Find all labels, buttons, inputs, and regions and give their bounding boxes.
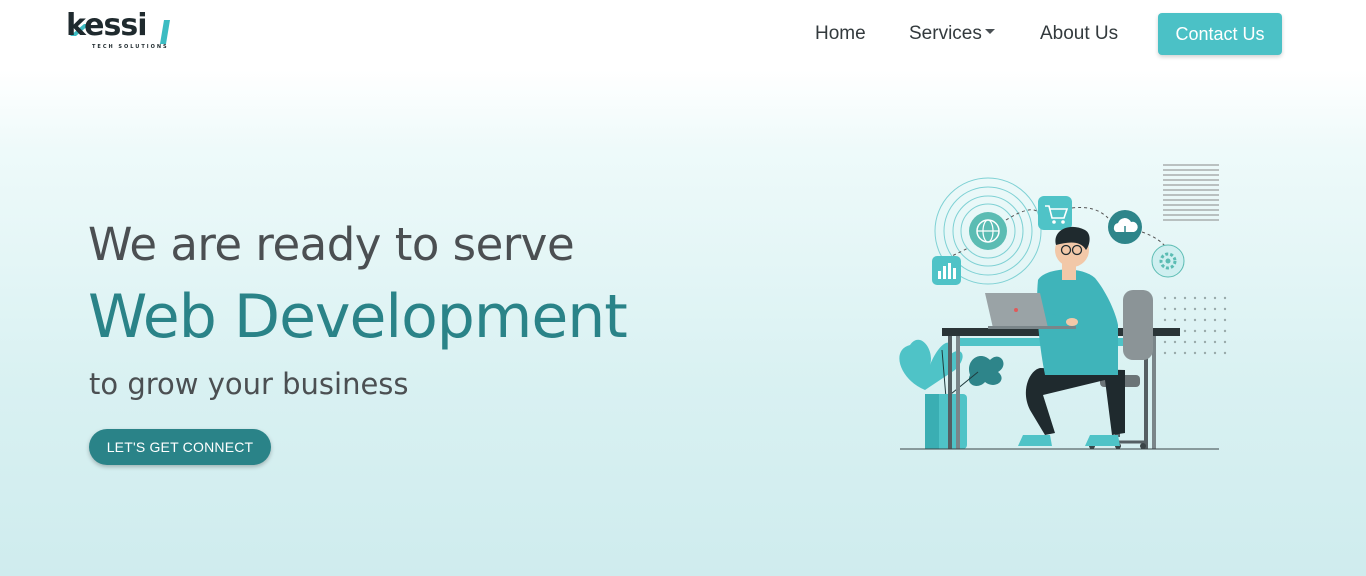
nav-services-label: Services [909,23,982,44]
globe-icon [969,212,1007,250]
decorative-lines [1163,164,1219,221]
hero-subtext: to grow your business [89,367,409,401]
logo-wordmark: kessi [66,8,147,43]
cloud-upload-icon [1108,210,1142,244]
site-header: kessi TECH SOLUTIONS Home Services About… [0,0,1366,68]
brand-logo[interactable]: kessi TECH SOLUTIONS [66,8,178,54]
caret-down-icon [984,29,995,35]
hero-illustration [899,164,1227,450]
bar-chart-icon [932,256,961,285]
hero-highlight-text: Web Development [88,282,628,352]
dashed-connector [1005,209,1039,221]
hero-intro-text: We are ready to serve [88,218,575,271]
get-connect-button[interactable]: LET'S GET CONNECT [89,429,271,465]
cart-icon [1038,196,1072,230]
decorative-dots [1163,296,1227,355]
person-at-laptop-icon [1018,226,1125,446]
gear-icon [1151,244,1185,278]
nav-home[interactable]: Home [815,23,866,45]
contact-us-button[interactable]: Contact Us [1158,13,1282,55]
dashed-connector [1071,207,1109,219]
logo-tagline: TECH SOLUTIONS [92,44,169,50]
nav-about[interactable]: About Us [1040,23,1118,45]
nav-services[interactable]: Services [909,23,995,45]
